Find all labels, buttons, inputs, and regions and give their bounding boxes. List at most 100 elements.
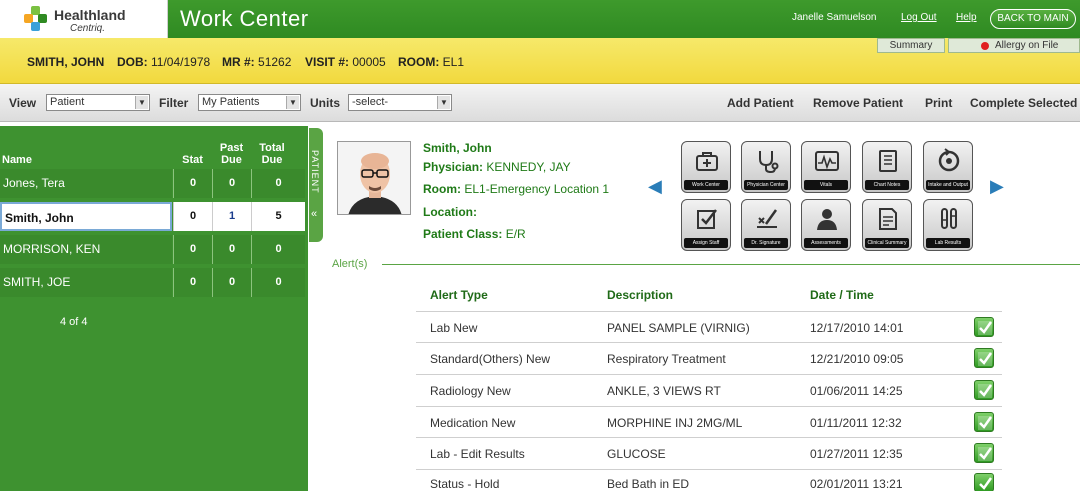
allergy-tab-label: Allergy on File	[995, 40, 1059, 51]
toolbar: View Patient ▼ Filter My Patients ▼ Unit…	[0, 84, 1080, 122]
print-button[interactable]: Print	[925, 96, 952, 110]
acknowledge-checkbox-icon[interactable]	[974, 412, 994, 432]
banner-visit-number: VISIT #: 00005	[305, 55, 386, 69]
alert-row[interactable]: Radiology New ANKLE, 3 VIEWS RT 01/06/20…	[416, 374, 1002, 406]
previous-arrow-icon[interactable]: ◀	[648, 176, 666, 196]
patient-list-count: 4 of 4	[60, 316, 88, 328]
patient-past-due-count: 0	[212, 268, 251, 297]
alert-datetime: 12/17/2010 14:01	[810, 321, 904, 335]
chart-notes-icon[interactable]: Chart Notes	[862, 141, 912, 193]
alert-datetime: 02/01/2011 13:21	[810, 477, 903, 491]
patient-row[interactable]: MORRISON, KEN 0 0 0	[0, 234, 308, 265]
summary-tab[interactable]: Summary	[877, 38, 945, 53]
patient-past-due-count: 0	[212, 235, 251, 264]
banner-dob: DOB: 11/04/1978	[117, 55, 211, 69]
alert-row[interactable]: Lab New PANEL SAMPLE (VIRNIG) 12/17/2010…	[416, 311, 1002, 343]
complete-selected-button[interactable]: Complete Selected	[970, 96, 1080, 110]
healthland-logo-mark-icon	[24, 6, 47, 31]
alert-datetime: 12/21/2010 09:05	[810, 352, 904, 366]
remove-patient-button[interactable]: Remove Patient	[813, 96, 903, 110]
units-label: Units	[310, 96, 340, 110]
signature-icon[interactable]: Dr. Signature	[741, 199, 791, 251]
view-label: View	[9, 96, 37, 110]
clinical-summary-icon[interactable]: Clinical Summary	[862, 199, 912, 251]
work-center-icon[interactable]: Work Center	[681, 141, 731, 193]
column-header-name: Name	[2, 154, 32, 166]
icon-label: Chart Notes	[865, 180, 909, 190]
patient-detail-name: Smith, John	[423, 141, 492, 155]
patient-detail-physician: Physician: KENNEDY, JAY	[423, 160, 571, 174]
column-header-past-due: Past Due	[219, 142, 244, 166]
alert-type: Medication New	[430, 416, 516, 430]
vitals-icon[interactable]: Vitals	[801, 141, 851, 193]
logout-link[interactable]: Log Out	[901, 12, 937, 23]
chevron-down-icon: ▼	[286, 96, 299, 109]
icon-label: Physician Center	[744, 180, 788, 190]
app-title: Work Center	[180, 6, 309, 31]
icon-label: Vitals	[804, 180, 848, 190]
brand-name: Healthland	[54, 7, 126, 23]
icon-label: Dr. Signature	[744, 238, 788, 248]
help-link[interactable]: Help	[956, 12, 977, 23]
alert-column-header-description: Description	[607, 288, 674, 302]
units-select[interactable]: -select- ▼	[348, 94, 452, 111]
alert-datetime: 01/06/2011 14:25	[810, 384, 903, 398]
patient-name[interactable]: MORRISON, KEN	[0, 235, 172, 264]
icon-label: Assign Staff	[684, 238, 728, 248]
patient-name[interactable]: SMITH, JOE	[0, 268, 172, 297]
patient-row[interactable]: Jones, Tera 0 0 0	[0, 168, 308, 199]
patient-list-panel: Name Stat Past Due Total Due Jones, Tera…	[0, 126, 308, 491]
alerts-section-label: Alert(s)	[332, 258, 368, 270]
alert-row[interactable]: Status - Hold Bed Bath in ED 02/01/2011 …	[416, 469, 1002, 491]
allergy-on-file-tab[interactable]: Allergy on File	[948, 38, 1080, 53]
acknowledge-checkbox-icon[interactable]	[974, 348, 994, 368]
alert-row[interactable]: Standard(Others) New Respiratory Treatme…	[416, 342, 1002, 374]
patient-name[interactable]: Jones, Tera	[0, 169, 172, 198]
brand-subname: Centriq.	[70, 23, 106, 34]
patient-name[interactable]: Smith, John	[0, 202, 172, 231]
patient-row[interactable]: SMITH, JOE 0 0 0	[0, 267, 308, 298]
alert-column-header-type: Alert Type	[430, 288, 488, 302]
healthland-logo[interactable]: Healthland Centriq.	[0, 0, 168, 38]
icon-label: Clinical Summary	[865, 238, 909, 248]
back-to-main-button[interactable]: BACK TO MAIN	[990, 9, 1076, 29]
units-select-value: -select-	[352, 96, 389, 108]
acknowledge-checkbox-icon[interactable]	[974, 443, 994, 463]
patient-detail-class: Patient Class: E/R	[423, 227, 526, 241]
lab-results-icon[interactable]: Lab Results	[923, 199, 973, 251]
view-select-value: Patient	[50, 96, 85, 108]
filter-select[interactable]: My Patients ▼	[198, 94, 301, 111]
acknowledge-checkbox-icon[interactable]	[974, 317, 994, 337]
alert-description: ANKLE, 3 VIEWS RT	[607, 384, 721, 398]
alert-row[interactable]: Medication New MORPHINE INJ 2MG/ML 01/11…	[416, 406, 1002, 438]
next-arrow-icon[interactable]: ▶	[990, 176, 1008, 196]
acknowledge-checkbox-icon[interactable]	[974, 473, 994, 491]
alert-row[interactable]: Lab - Edit Results GLUCOSE 01/27/2011 12…	[416, 437, 1002, 469]
alert-type: Lab New	[430, 321, 478, 335]
alert-datetime: 01/11/2011 12:32	[810, 416, 902, 430]
alert-type: Standard(Others) New	[430, 352, 551, 366]
collapse-chevron-icon: «	[311, 208, 318, 220]
alert-description: GLUCOSE	[607, 447, 666, 461]
intake-output-icon[interactable]: Intake and Output	[923, 141, 973, 193]
patient-row-selected[interactable]: Smith, John 0 1 5	[0, 201, 308, 232]
alert-type: Radiology New	[430, 384, 511, 398]
view-select[interactable]: Patient ▼	[46, 94, 150, 111]
stethoscope-icon[interactable]: Physician Center	[741, 141, 791, 193]
patient-panel-toggle-tab[interactable]: PATIENT «	[309, 128, 323, 242]
assessments-icon[interactable]: Assessments	[801, 199, 851, 251]
alerts-divider	[382, 264, 1080, 265]
alert-description: PANEL SAMPLE (VIRNIG)	[607, 321, 750, 335]
patient-stat-count: 0	[173, 235, 212, 264]
banner-mr-number: MR #: 51262	[222, 55, 292, 69]
acknowledge-checkbox-icon[interactable]	[974, 380, 994, 400]
patient-detail-location: Location:	[423, 205, 477, 219]
icon-label: Lab Results	[926, 238, 970, 248]
patient-stat-count: 0	[173, 268, 212, 297]
assign-staff-icon[interactable]: Assign Staff	[681, 199, 731, 251]
patient-total-due-count: 0	[251, 169, 305, 198]
alert-column-header-datetime: Date / Time	[810, 288, 874, 302]
patient-total-due-count: 5	[251, 202, 305, 231]
chevron-down-icon: ▼	[437, 96, 450, 109]
add-patient-button[interactable]: Add Patient	[727, 96, 794, 110]
